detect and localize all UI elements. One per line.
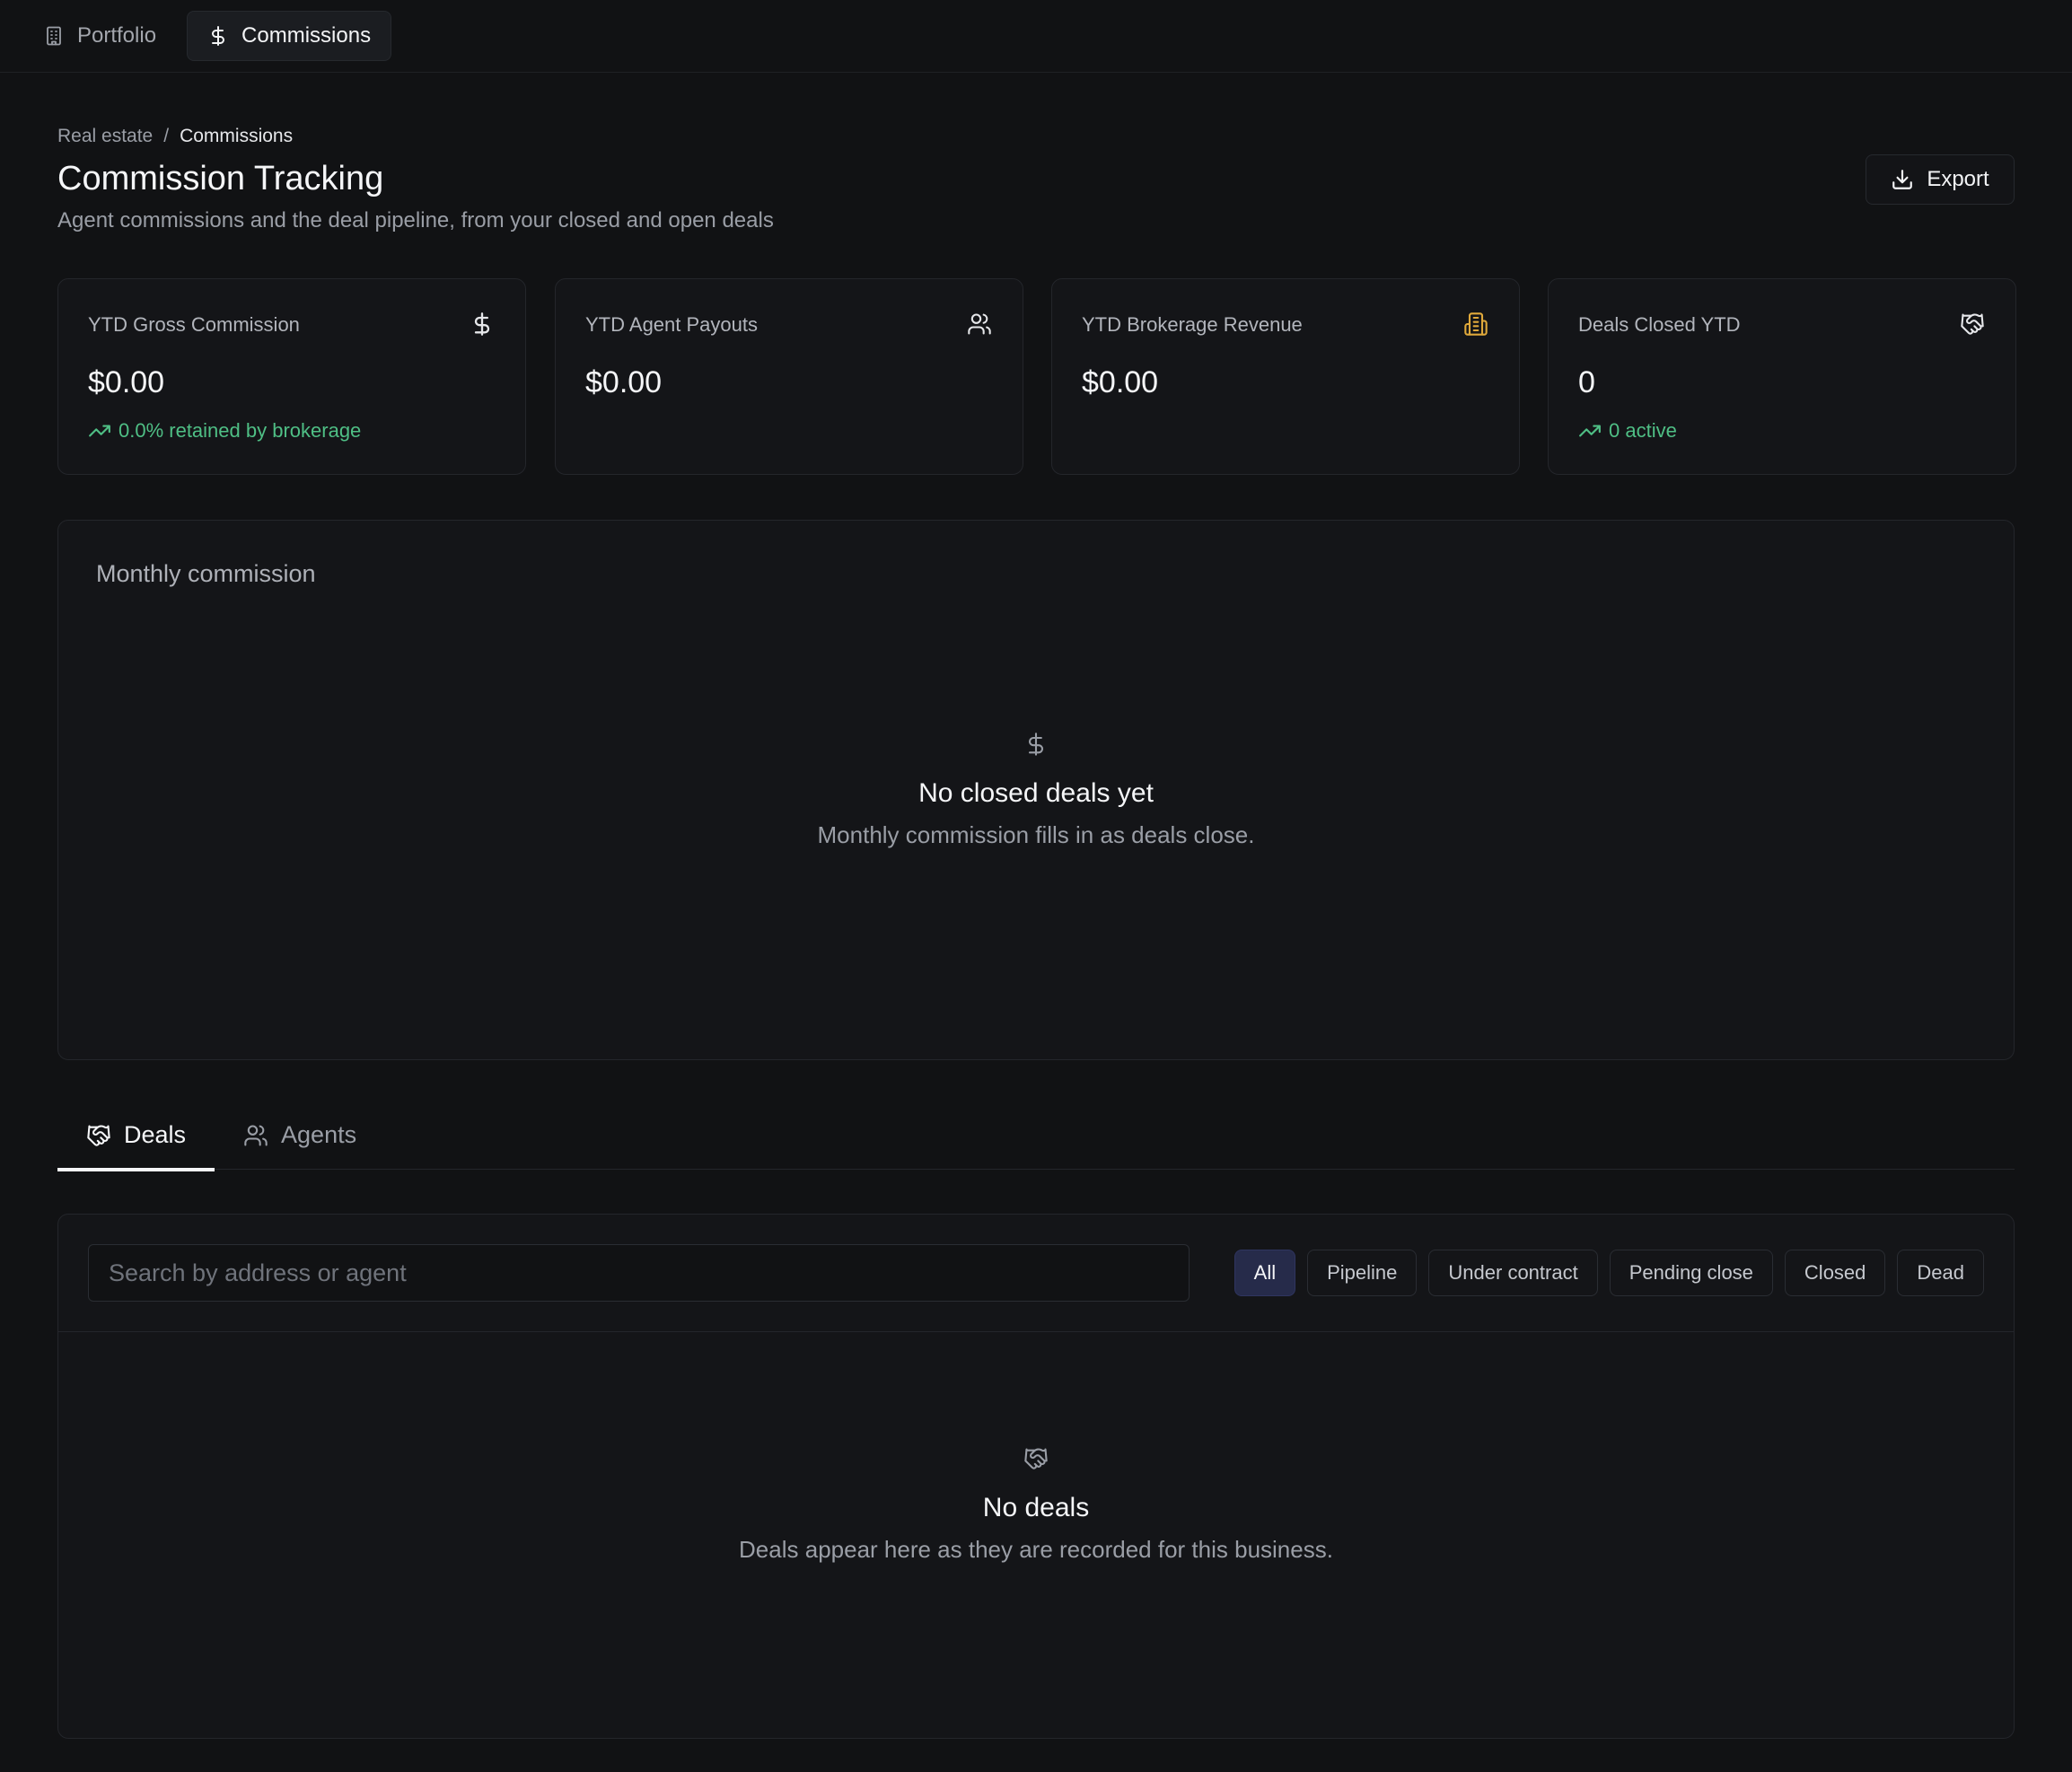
stat-card-brokerage-revenue: YTD Brokerage Revenue $0.00 xyxy=(1051,278,1520,475)
nav-tab-label: Commissions xyxy=(241,23,372,48)
tab-label: Agents xyxy=(281,1121,357,1148)
empty-title: No closed deals yet xyxy=(918,778,1154,808)
empty-title: No deals xyxy=(982,1493,1090,1522)
filter-chip-dead[interactable]: Dead xyxy=(1897,1250,1984,1296)
building-icon xyxy=(43,25,65,47)
deals-panel: All Pipeline Under contract Pending clos… xyxy=(57,1214,2015,1739)
deals-toolbar: All Pipeline Under contract Pending clos… xyxy=(58,1215,2014,1332)
nav-tab-commissions[interactable]: Commissions xyxy=(187,11,392,61)
tab-agents[interactable]: Agents xyxy=(215,1101,385,1170)
stat-card-gross-commission: YTD Gross Commission $0.00 0.0% retained… xyxy=(57,278,526,475)
stat-card-agent-payouts: YTD Agent Payouts $0.00 xyxy=(555,278,1023,475)
status-filters: All Pipeline Under contract Pending clos… xyxy=(1234,1250,1984,1296)
breadcrumb-parent[interactable]: Real estate xyxy=(57,126,153,147)
users-icon xyxy=(967,311,992,337)
section-tabs: Deals Agents xyxy=(57,1101,2015,1171)
stat-value: $0.00 xyxy=(1082,365,1159,399)
users-icon xyxy=(243,1123,268,1148)
stat-trend: 0 active xyxy=(1578,419,1677,443)
nav-tab-label: Portfolio xyxy=(77,23,157,48)
monthly-commission-panel: Monthly commission No closed deals yet M… xyxy=(57,520,2015,1060)
stat-label: Deals Closed YTD xyxy=(1578,313,1741,336)
tab-label: Deals xyxy=(124,1121,187,1148)
stat-trend-text: 0 active xyxy=(1609,419,1677,442)
handshake-icon xyxy=(1960,311,1985,337)
top-nav: Portfolio Commissions xyxy=(0,0,2072,73)
export-label: Export xyxy=(1927,167,1989,191)
breadcrumb-separator: / xyxy=(163,126,170,146)
dollar-icon xyxy=(1023,732,1049,757)
nav-tab-portfolio[interactable]: Portfolio xyxy=(34,11,176,61)
monthly-empty-state: No closed deals yet Monthly commission f… xyxy=(58,732,2014,849)
filter-chip-under-contract[interactable]: Under contract xyxy=(1428,1250,1598,1296)
filter-chip-pending-close[interactable]: Pending close xyxy=(1609,1250,1773,1296)
breadcrumb: Real estate / Commissions xyxy=(57,126,293,147)
dollar-icon xyxy=(470,311,495,337)
dollar-icon xyxy=(207,25,229,47)
stat-card-deals-closed: Deals Closed YTD 0 0 active xyxy=(1548,278,2016,475)
stat-trend-text: 0.0% retained by brokerage xyxy=(119,419,362,442)
stat-label: YTD Gross Commission xyxy=(88,313,300,336)
handshake-icon xyxy=(1023,1446,1049,1471)
filter-chip-all[interactable]: All xyxy=(1234,1250,1296,1296)
download-icon xyxy=(1891,168,1914,191)
deals-empty-state: No deals Deals appear here as they are r… xyxy=(58,1446,2014,1564)
panel-title: Monthly commission xyxy=(96,560,316,587)
filter-chip-closed[interactable]: Closed xyxy=(1784,1250,1886,1296)
stat-label: YTD Agent Payouts xyxy=(585,313,758,336)
page-subtitle: Agent commissions and the deal pipeline,… xyxy=(57,208,774,232)
stat-value: $0.00 xyxy=(585,365,663,399)
filter-chip-pipeline[interactable]: Pipeline xyxy=(1307,1250,1418,1296)
stat-label: YTD Brokerage Revenue xyxy=(1082,313,1303,336)
empty-subtitle: Deals appear here as they are recorded f… xyxy=(739,1536,1333,1563)
trending-up-icon xyxy=(1578,419,1602,443)
empty-subtitle: Monthly commission fills in as deals clo… xyxy=(817,821,1255,848)
search-input[interactable] xyxy=(88,1244,1190,1302)
export-button[interactable]: Export xyxy=(1866,154,2015,205)
stat-value: 0 xyxy=(1578,365,1595,399)
tab-deals[interactable]: Deals xyxy=(57,1101,215,1171)
building-icon xyxy=(1463,311,1488,337)
stat-trend: 0.0% retained by brokerage xyxy=(88,419,361,443)
handshake-icon xyxy=(86,1123,111,1148)
breadcrumb-current: Commissions xyxy=(180,126,294,146)
page-title: Commission Tracking xyxy=(57,160,384,197)
stat-value: $0.00 xyxy=(88,365,165,399)
trending-up-icon xyxy=(88,419,111,443)
